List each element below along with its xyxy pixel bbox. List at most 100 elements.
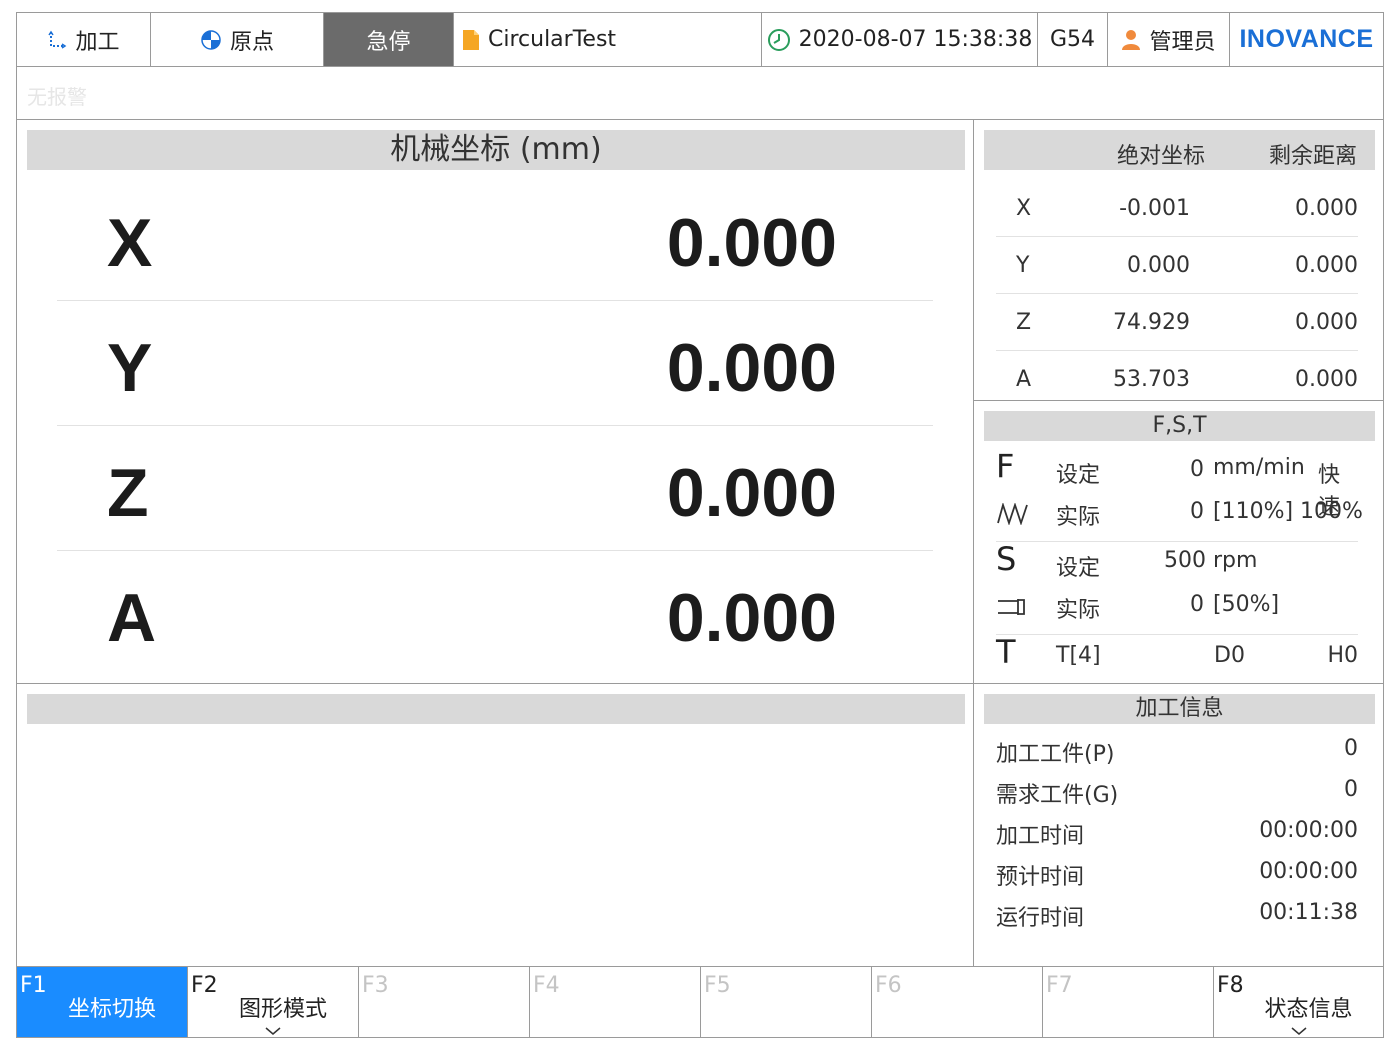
fkey-f1-coord-switch[interactable]: F1 坐标切换 bbox=[17, 967, 188, 1037]
abs-value: 53.703 bbox=[1113, 367, 1190, 392]
table-row: Z 74.929 0.000 bbox=[996, 294, 1358, 351]
axes-icon bbox=[48, 30, 67, 49]
brand-text: INOVANCE bbox=[1239, 25, 1374, 53]
axis-value: 0.000 bbox=[666, 580, 837, 656]
coord-system-display[interactable]: G54 bbox=[1038, 13, 1108, 66]
chevron-down-icon bbox=[265, 1027, 281, 1035]
spindle-actual-label: 实际 bbox=[1056, 598, 1101, 623]
fkey-f3[interactable]: F3 bbox=[359, 967, 530, 1037]
remain-dist-header: 剩余距离 bbox=[1269, 144, 1358, 169]
divider bbox=[996, 634, 1358, 635]
feed-set-label: 设定 bbox=[1056, 463, 1101, 488]
alarm-bar: 无报警 bbox=[17, 67, 1383, 120]
fkey-number: F5 bbox=[704, 973, 731, 998]
feed-override: [110%] bbox=[1213, 499, 1294, 524]
info-value: 0 bbox=[1344, 736, 1358, 761]
spindle-override: [50%] bbox=[1213, 592, 1280, 617]
info-row: 加工工件(P) 0 bbox=[996, 736, 1358, 777]
cnc-screen: 加工 原点 急停 CircularTest 2020-08-07 15:38:3… bbox=[16, 12, 1384, 1038]
fkey-number: F3 bbox=[362, 973, 389, 998]
spindle-actual-row: 实际 0 [50%] bbox=[988, 586, 1358, 626]
fst-title: F,S,T bbox=[984, 411, 1375, 441]
remain-value: 0.000 bbox=[1295, 196, 1358, 221]
feed-wave-icon bbox=[997, 503, 1028, 525]
coord-table-header: 绝对坐标 剩余距离 bbox=[984, 130, 1375, 170]
fst-panel: F,S,T F 设定 0 mm/min 快速 实际 0 [110%] 100% … bbox=[974, 401, 1383, 684]
tool-letter: T bbox=[996, 633, 1016, 671]
tool-number: T[4] bbox=[1056, 643, 1101, 668]
spindle-icon bbox=[998, 599, 1025, 615]
info-row: 加工时间 00:00:00 bbox=[996, 818, 1358, 859]
user-button[interactable]: 管理员 bbox=[1108, 13, 1230, 66]
info-label: 需求工件(G) bbox=[996, 783, 1119, 808]
rapid-override: 100% bbox=[1300, 499, 1363, 524]
info-row: 预计时间 00:00:00 bbox=[996, 859, 1358, 900]
axis-row: Y 0.000 bbox=[57, 301, 933, 426]
remain-value: 0.000 bbox=[1295, 367, 1358, 392]
tool-h-offset: H0 bbox=[1327, 643, 1358, 668]
function-key-bar: F1 坐标切换 F2 图形模式 F3 F4 F5 F6 F7 F8 状态信息 bbox=[17, 966, 1383, 1037]
feed-actual-row: 实际 0 [110%] 100% bbox=[988, 493, 1363, 533]
origin-button[interactable]: 原点 bbox=[151, 13, 324, 66]
program-name: CircularTest bbox=[488, 27, 617, 52]
chevron-down-icon bbox=[1291, 1027, 1306, 1035]
top-bar: 加工 原点 急停 CircularTest 2020-08-07 15:38:3… bbox=[17, 13, 1383, 67]
origin-icon bbox=[201, 29, 221, 50]
estop-label: 急停 bbox=[366, 29, 411, 55]
feed-set-row: F 设定 0 mm/min 快速 bbox=[988, 447, 1358, 520]
spindle-set-label: 设定 bbox=[1056, 556, 1101, 581]
fkey-f6[interactable]: F6 bbox=[872, 967, 1043, 1037]
alarm-text: 无报警 bbox=[27, 85, 87, 109]
estop-indicator[interactable]: 急停 bbox=[324, 13, 454, 66]
tool-d-offset: D0 bbox=[1214, 643, 1245, 668]
origin-label: 原点 bbox=[229, 29, 274, 55]
axis-name: Z bbox=[107, 455, 149, 531]
info-row: 需求工件(G) 0 bbox=[996, 777, 1358, 818]
table-row: Y 0.000 0.000 bbox=[996, 237, 1358, 294]
abs-value: 0.000 bbox=[1127, 253, 1190, 278]
axis-row: Z 0.000 bbox=[57, 426, 933, 551]
info-label: 加工时间 bbox=[996, 824, 1085, 849]
feed-actual-label: 实际 bbox=[1056, 505, 1101, 530]
fkey-label: 坐标切换 bbox=[67, 997, 156, 1022]
table-row: A 53.703 0.000 bbox=[996, 351, 1358, 408]
spindle-letter: S bbox=[996, 540, 1017, 578]
axis-value: 0.000 bbox=[666, 330, 837, 406]
clock-icon bbox=[767, 28, 790, 51]
mode-label: 加工 bbox=[75, 29, 120, 55]
brand-logo: INOVANCE bbox=[1230, 13, 1383, 66]
feed-set-value: 0 bbox=[1190, 457, 1204, 482]
info-value: 00:00:00 bbox=[1259, 818, 1358, 843]
axis-row: X 0.000 bbox=[57, 176, 933, 301]
axis-name: X bbox=[107, 205, 153, 281]
axis-name: X bbox=[1016, 196, 1032, 221]
mode-button[interactable]: 加工 bbox=[17, 13, 151, 66]
coord-table-panel: 绝对坐标 剩余距离 X -0.001 0.000 Y 0.000 0.000 Z… bbox=[974, 120, 1383, 401]
user-label: 管理员 bbox=[1149, 29, 1216, 55]
feed-actual-value: 0 bbox=[1190, 499, 1204, 524]
spindle-set-value: 500 bbox=[1164, 548, 1206, 573]
abs-coord-header: 绝对坐标 bbox=[1117, 144, 1206, 169]
fkey-f4[interactable]: F4 bbox=[530, 967, 701, 1037]
axis-value: 0.000 bbox=[666, 205, 837, 281]
message-panel-header bbox=[27, 694, 965, 724]
axis-name: A bbox=[1016, 367, 1032, 392]
axis-name: Y bbox=[107, 330, 153, 406]
machine-coords-title: 机械坐标 (mm) bbox=[27, 130, 965, 170]
program-name-field[interactable]: CircularTest bbox=[454, 13, 762, 66]
axis-name: Z bbox=[1016, 310, 1032, 335]
fkey-f2-graphics-mode[interactable]: F2 图形模式 bbox=[188, 967, 359, 1037]
datetime-display: 2020-08-07 15:38:38 bbox=[762, 13, 1038, 66]
message-panel bbox=[17, 684, 974, 966]
fkey-f7[interactable]: F7 bbox=[1043, 967, 1214, 1037]
axis-name: Y bbox=[1016, 253, 1030, 278]
abs-value: -0.001 bbox=[1119, 196, 1190, 221]
fkey-label: 状态信息 bbox=[1264, 997, 1353, 1022]
feed-letter: F bbox=[996, 447, 1015, 485]
user-icon bbox=[1122, 29, 1141, 50]
fkey-f8-status-info[interactable]: F8 状态信息 bbox=[1214, 967, 1383, 1037]
fkey-label: 图形模式 bbox=[238, 997, 327, 1022]
fkey-number: F7 bbox=[1046, 973, 1073, 998]
info-row: 运行时间 00:11:38 bbox=[996, 900, 1358, 941]
fkey-f5[interactable]: F5 bbox=[701, 967, 872, 1037]
